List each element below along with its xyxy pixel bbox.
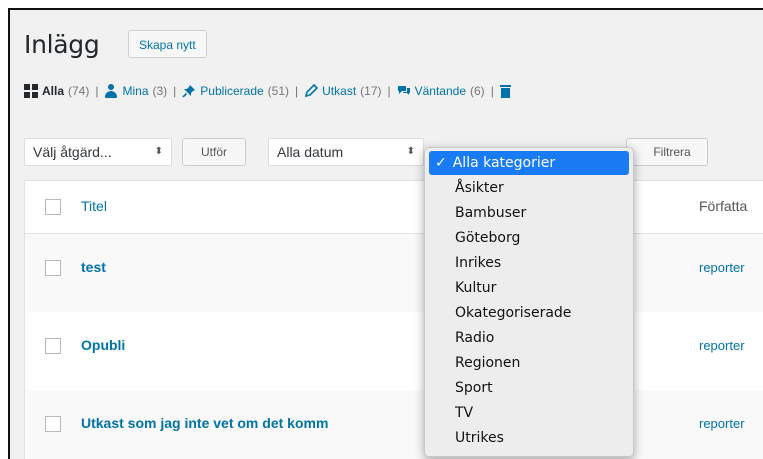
category-option[interactable]: Okategoriserade	[425, 301, 633, 325]
view-trash[interactable]	[499, 84, 511, 98]
view-drafts-count: (17)	[360, 84, 382, 98]
admin-screen: Inlägg Skapa nytt Alla (74) | Mina (3) |…	[8, 8, 763, 459]
grid-icon	[24, 84, 38, 98]
category-option[interactable]: Utrikes	[425, 426, 633, 450]
post-title-link[interactable]: Utkast som jag inte vet om det komm	[81, 415, 328, 431]
comment-icon	[397, 86, 410, 95]
checkmark-icon: ✓	[435, 155, 447, 171]
category-option[interactable]: Göteborg	[425, 226, 633, 250]
select-arrows-icon: ⬍	[154, 146, 163, 157]
post-title-link[interactable]: test	[81, 259, 106, 275]
pin-icon	[182, 85, 196, 98]
filter-button[interactable]: Filtrera	[626, 138, 708, 166]
view-published-label: Publicerade	[200, 84, 264, 98]
view-pending-label: Väntande	[414, 84, 467, 98]
title-column-header[interactable]: Titel	[81, 198, 107, 214]
bulk-action-value: Välj åtgärd...	[33, 144, 112, 160]
table-header: Titel Författa	[25, 181, 763, 234]
page-title: Inlägg	[24, 30, 100, 59]
row-checkbox[interactable]	[45, 338, 61, 354]
category-option[interactable]: TV	[425, 401, 633, 425]
separator: |	[295, 84, 299, 98]
post-status-filters: Alla (74) | Mina (3) | Publicerade (51) …	[24, 84, 511, 98]
category-option[interactable]: Regionen	[425, 351, 633, 375]
separator: |	[173, 84, 177, 98]
select-all-checkbox[interactable]	[45, 199, 61, 215]
category-option[interactable]: Radio	[425, 326, 633, 350]
post-title-link[interactable]: Opubli	[81, 337, 125, 353]
post-author-link[interactable]: reporter	[699, 260, 745, 275]
date-filter-select[interactable]: Alla datum ⬍	[268, 138, 424, 166]
category-option[interactable]: Inrikes	[425, 251, 633, 275]
view-all-label: Alla	[42, 84, 65, 98]
add-new-button[interactable]: Skapa nytt	[128, 30, 207, 58]
table-row: Opubli reporter	[25, 312, 763, 390]
select-arrows-icon: ⬍	[406, 146, 415, 157]
user-icon	[104, 84, 118, 98]
category-option-label: Alla kategorier	[452, 155, 556, 171]
row-checkbox[interactable]	[45, 416, 61, 432]
category-option[interactable]: Sport	[425, 376, 633, 400]
post-author-link[interactable]: reporter	[699, 416, 745, 431]
category-option[interactable]: Åsikter	[425, 176, 633, 200]
trash-icon	[499, 85, 511, 98]
table-row: Utkast som jag inte vet om det komm repo…	[25, 390, 763, 459]
separator: |	[490, 84, 494, 98]
pencil-icon	[305, 84, 319, 98]
post-author-link[interactable]: reporter	[699, 338, 745, 353]
view-pending[interactable]: Väntande (6)	[397, 84, 485, 98]
category-dropdown-menu: ✓ Alla kategorier Åsikter Bambuser Götebo…	[424, 147, 634, 457]
view-all[interactable]: Alla (74)	[24, 84, 89, 98]
view-published-count: (51)	[267, 84, 290, 98]
table-row: test reporter	[25, 234, 763, 312]
category-option[interactable]: Bambuser	[425, 201, 633, 225]
view-drafts-label: Utkast	[322, 84, 357, 98]
view-mine-label: Mina	[122, 84, 149, 98]
bulk-action-select[interactable]: Välj åtgärd... ⬍	[24, 138, 172, 166]
view-mine[interactable]: Mina (3)	[104, 84, 167, 98]
author-column-header: Författa	[699, 198, 748, 214]
category-option-selected[interactable]: ✓ Alla kategorier	[429, 151, 629, 175]
separator: |	[95, 84, 99, 98]
row-checkbox[interactable]	[45, 260, 61, 276]
posts-table: Titel Författa test reporter Opubli repo…	[24, 180, 763, 459]
view-mine-count: (3)	[152, 84, 168, 98]
date-filter-value: Alla datum	[277, 144, 344, 160]
view-published[interactable]: Publicerade (51)	[182, 84, 289, 98]
view-drafts[interactable]: Utkast (17)	[304, 84, 382, 98]
separator: |	[387, 84, 391, 98]
apply-button[interactable]: Utför	[182, 138, 246, 166]
category-option[interactable]: Kultur	[425, 276, 633, 300]
view-all-count: (74)	[68, 84, 90, 98]
view-pending-count: (6)	[470, 84, 485, 98]
